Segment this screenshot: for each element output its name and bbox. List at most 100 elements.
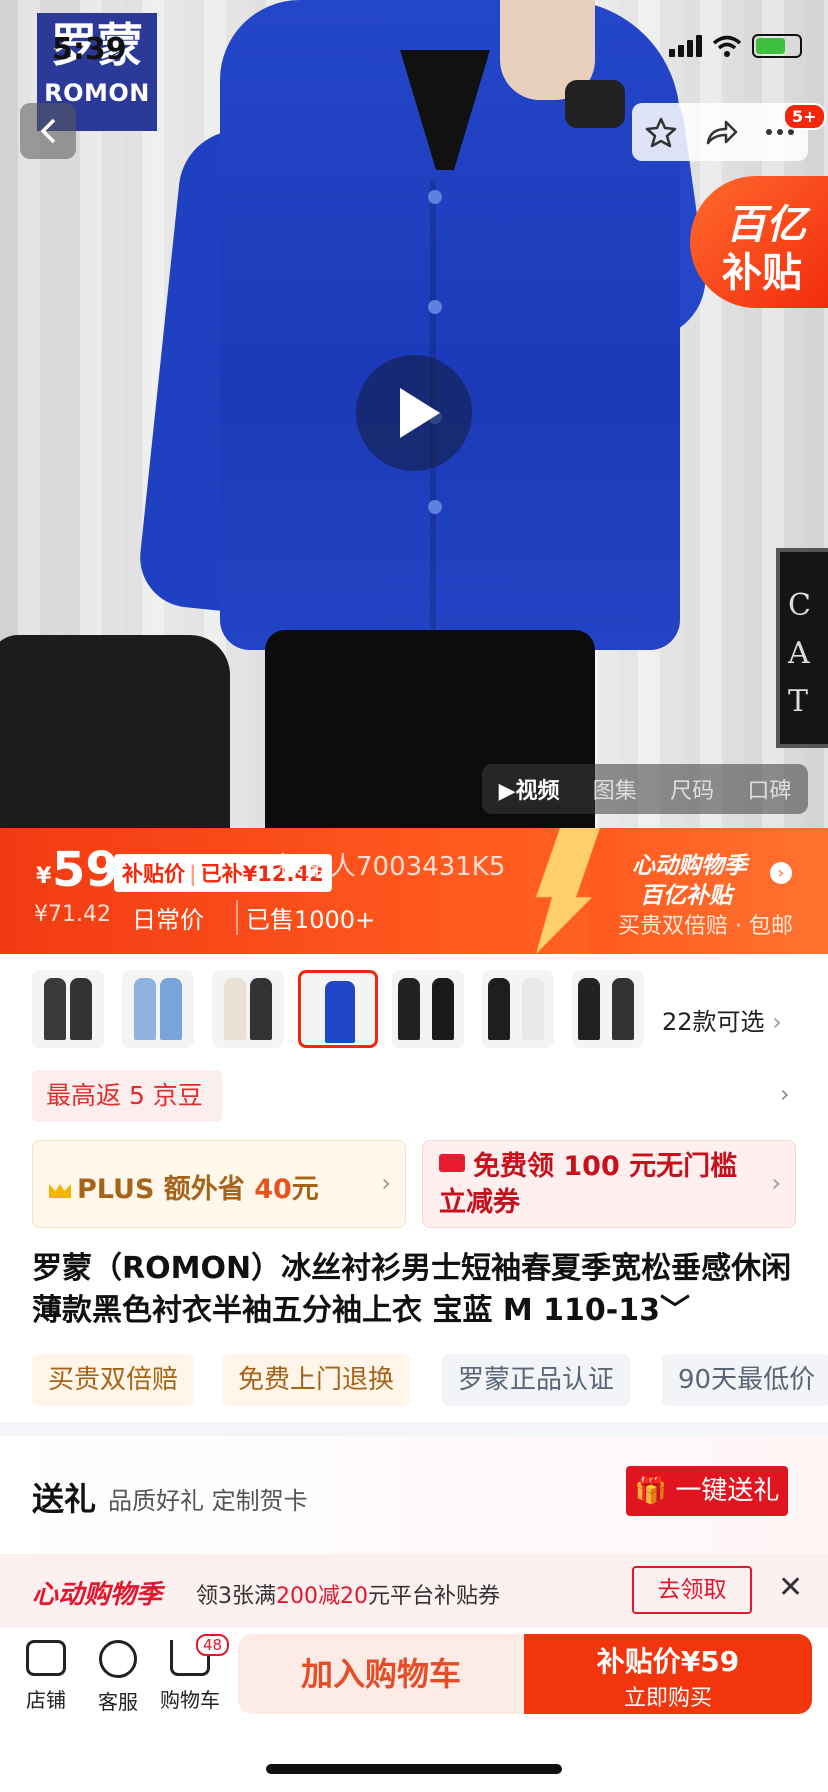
daily-price-label: 日常价 [132, 906, 204, 934]
promo-text-c: 元平台补贴券 [368, 1584, 501, 1609]
sku-figure [432, 978, 454, 1040]
send-gift-label: 一键送礼 [675, 1476, 780, 1506]
buy-now-price: 补贴价¥59 [596, 1645, 740, 1678]
sku-figure [44, 978, 66, 1040]
sku-figure [325, 981, 355, 1043]
chevron-right-icon[interactable]: › [780, 1080, 790, 1108]
sku-figure [522, 978, 544, 1040]
close-icon[interactable]: ✕ [778, 1570, 803, 1605]
sku-thumbnail-selected[interactable] [298, 970, 378, 1048]
service-tag: 免费上门退换 [222, 1354, 411, 1406]
customer-service-icon [99, 1640, 137, 1678]
chevron-right-icon: › [381, 1169, 391, 1197]
promo-logo: 心动购物季 [32, 1580, 163, 1610]
status-bar: 5:39 [0, 0, 828, 100]
gift-subtitle: 品质好礼 定制贺卡 [108, 1487, 308, 1515]
home-indicator[interactable] [266, 1764, 562, 1774]
tab-video[interactable]: ▶视频 [499, 773, 560, 805]
header-actions [632, 103, 808, 161]
wifi-icon [712, 35, 742, 57]
product-title[interactable]: 罗蒙（ROMON）冰丝衬衫男士短袖春夏季宽松垂感休闲薄款黑色衬衣半袖五分袖上衣 … [32, 1248, 802, 1332]
event-benefits: 买贵双倍赔 · 包邮 [618, 914, 793, 939]
frame-letters: CAT [788, 588, 811, 719]
sofa-shape [0, 635, 230, 828]
share-icon[interactable] [704, 117, 738, 147]
back-button[interactable] [20, 103, 76, 159]
price-band[interactable]: ¥ 59 补贴价 | 已补¥12.42 操星人7003431K5 ¥71.42 日常… [0, 828, 828, 954]
sku-thumbnail[interactable] [572, 970, 644, 1048]
sku-thumbnail[interactable] [122, 970, 194, 1048]
message-badge: 5+ [783, 103, 826, 130]
sku-figure [134, 978, 156, 1040]
billion-subsidy-sticker[interactable]: 百亿 补贴 [690, 176, 828, 308]
chevron-right-icon: › [772, 1008, 782, 1036]
event-subsidy: 百亿补贴 [640, 883, 732, 909]
battery-icon [752, 34, 802, 58]
service-tag: 90天最低价 [662, 1354, 828, 1406]
tab-size[interactable]: 尺码 [670, 773, 714, 805]
subsidy-label: 补贴价 [122, 862, 185, 886]
plus-savings-card[interactable]: PLUS 额外省 40元 › [32, 1140, 406, 1228]
sku-thumbnail[interactable] [482, 970, 554, 1048]
store-label: 店铺 [26, 1688, 66, 1712]
store-icon [26, 1640, 66, 1676]
status-time: 5:39 [52, 32, 127, 67]
gift-row: 送礼 品质好礼 定制贺卡 🎁 一键送礼 [0, 1436, 828, 1556]
plus-amount: 40 [254, 1174, 292, 1205]
sku-more-label: 22款可选 [662, 1008, 765, 1036]
customer-service-button[interactable]: 客服 [82, 1640, 154, 1715]
gift-icon: 🎁 [634, 1476, 676, 1506]
sku-thumbnail[interactable] [32, 970, 104, 1048]
tab-gallery[interactable]: 图集 [593, 773, 637, 805]
status-icons [669, 34, 802, 58]
sold-count: 已售1000+ [236, 900, 375, 935]
crown-icon [49, 1184, 71, 1198]
buy-now-button[interactable]: 补贴价¥59 立即购买 [524, 1634, 812, 1714]
promo-text-a: 领3张满 [196, 1584, 276, 1609]
plus-suffix: 元 [291, 1174, 319, 1205]
sku-thumbnail[interactable] [212, 970, 284, 1048]
sku-thumbnail[interactable] [392, 970, 464, 1048]
lightning-decoration [536, 828, 600, 954]
customer-service-label: 客服 [98, 1690, 138, 1714]
store-button[interactable]: 店铺 [10, 1640, 82, 1713]
coupon-text: 免费领 100 元无门槛立减券 [439, 1149, 759, 1221]
plus-prefix: PLUS 额外省 [77, 1174, 255, 1205]
jd-coins-badge: 最高返 5 京豆 [32, 1070, 222, 1122]
send-gift-button[interactable]: 🎁 一键送礼 [626, 1466, 788, 1516]
signal-icon [669, 35, 702, 57]
shirt-button [428, 190, 442, 204]
sku-figure [224, 978, 246, 1040]
play-video-button[interactable] [356, 355, 472, 471]
star-icon[interactable] [645, 116, 677, 148]
currency-symbol: ¥ [36, 864, 52, 889]
event-title: 心动购物季 [632, 853, 747, 879]
promo-text: 领3张满200减20元平台补贴券 [196, 1578, 500, 1610]
sku-figure [250, 978, 272, 1040]
section-divider [0, 1422, 828, 1436]
service-tags[interactable]: 买贵双倍赔 免费上门退换 罗蒙正品认证 90天最低价 [32, 1354, 828, 1406]
user-watermark: 操星人7003431K5 [278, 852, 506, 882]
cart-label: 购物车 [160, 1688, 220, 1712]
sku-figure [488, 978, 510, 1040]
sku-figure [398, 978, 420, 1040]
sticker-line-2: 补贴 [722, 250, 802, 296]
claim-coupon-button[interactable]: 去领取 [632, 1566, 752, 1614]
sku-more-link[interactable]: 22款可选 › [662, 1002, 782, 1037]
gift-title: 送礼 [32, 1480, 97, 1518]
original-price: ¥71.42 [34, 902, 111, 927]
cart-button[interactable]: 48 购物车 [154, 1634, 230, 1713]
chevron-left-icon [40, 118, 56, 144]
coupon-icon [439, 1154, 465, 1172]
chevron-right-icon[interactable]: › [770, 862, 792, 884]
sku-figure [578, 978, 600, 1040]
coupon-label: 免费领 100 元无门槛立减券 [439, 1151, 738, 1218]
tab-reviews[interactable]: 口碑 [747, 773, 791, 805]
shirt-button [428, 500, 442, 514]
shirt-button [428, 300, 442, 314]
product-image-carousel[interactable]: CAT 罗蒙 ROMON 5:39 5+ 百亿 补贴 ▶视频 图集 尺码 口碑 [0, 0, 828, 828]
media-tabs: ▶视频 图集 尺码 口碑 [482, 764, 808, 814]
free-coupon-card[interactable]: 免费领 100 元无门槛立减券 › [422, 1140, 796, 1228]
buy-now-label: 立即购买 [623, 1686, 712, 1711]
add-to-cart-button[interactable]: 加入购物车 [238, 1634, 524, 1714]
